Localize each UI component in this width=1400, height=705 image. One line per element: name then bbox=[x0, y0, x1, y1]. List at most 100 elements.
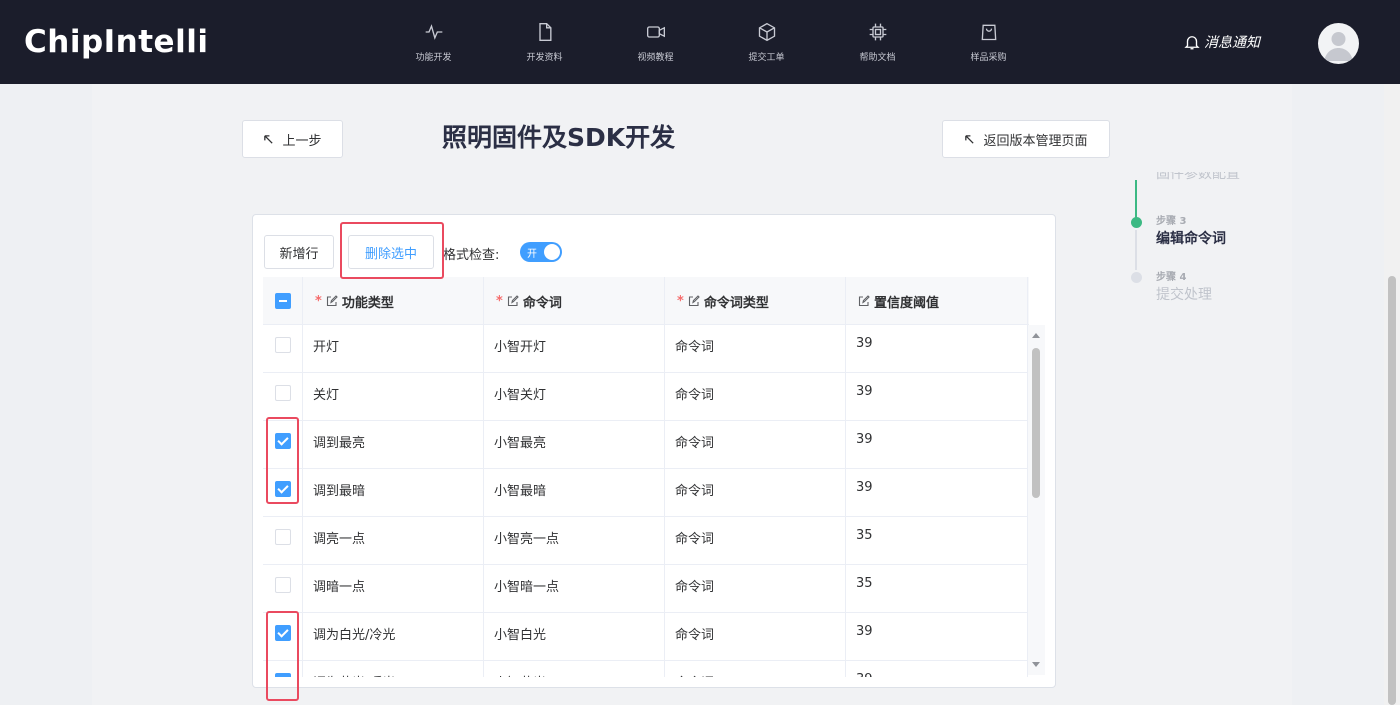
header-confidence-threshold: 置信度阈值 bbox=[846, 277, 1028, 325]
select-cell bbox=[263, 325, 303, 373]
edit-icon bbox=[858, 295, 870, 307]
edit-icon bbox=[326, 295, 338, 307]
scroll-up-icon[interactable] bbox=[1032, 333, 1040, 338]
notification-label: 消息通知 bbox=[1204, 35, 1260, 51]
nav-item-sample-purchase[interactable]: 样品采购 bbox=[933, 0, 1044, 84]
nav-item-submit-ticket[interactable]: 提交工单 bbox=[711, 0, 822, 84]
command-type-cell[interactable]: 命令词 bbox=[665, 613, 846, 661]
video-icon bbox=[646, 25, 665, 38]
row-checkbox[interactable] bbox=[275, 337, 291, 353]
table-row: 调亮一点 小智亮一点 命令词 35 bbox=[263, 517, 1029, 565]
function-type-cell[interactable]: 调为黄光/暖光 bbox=[303, 661, 484, 677]
threshold-cell[interactable]: 39 bbox=[846, 325, 1028, 373]
command-word-cell[interactable]: 小智最亮 bbox=[484, 421, 665, 469]
header-command-word: * 命令词 bbox=[484, 277, 665, 325]
nav-label: 开发资料 bbox=[526, 52, 563, 63]
row-checkbox[interactable] bbox=[275, 673, 291, 677]
table-scrollbar[interactable] bbox=[1028, 325, 1045, 675]
table-toolbar: 新增行 删除选中 格式检查: 开 bbox=[263, 227, 1045, 277]
select-all-checkbox[interactable] bbox=[275, 293, 291, 309]
header-function-type: * 功能类型 bbox=[303, 277, 484, 325]
command-type-cell[interactable]: 命令词 bbox=[665, 469, 846, 517]
chip-icon bbox=[869, 23, 886, 40]
command-type-cell[interactable]: 命令词 bbox=[665, 421, 846, 469]
threshold-cell[interactable]: 39 bbox=[846, 661, 1028, 677]
nav-label: 功能开发 bbox=[415, 52, 452, 63]
table-row: 调到最亮 小智最亮 命令词 39 bbox=[263, 421, 1029, 469]
command-type-cell[interactable]: 命令词 bbox=[665, 661, 846, 677]
table-row: 调为黄光/暖光 小智黄光 命令词 39 bbox=[263, 661, 1029, 677]
delete-selected-button[interactable]: 删除选中 bbox=[348, 235, 434, 269]
command-type-cell[interactable]: 命令词 bbox=[665, 565, 846, 613]
command-word-cell[interactable]: 小智关灯 bbox=[484, 373, 665, 421]
page-scrollbar[interactable] bbox=[1384, 84, 1400, 705]
required-mark: * bbox=[496, 293, 503, 309]
nav-label: 提交工单 bbox=[748, 52, 785, 63]
function-type-cell[interactable]: 关灯 bbox=[303, 373, 484, 421]
format-check-label: 格式检查: bbox=[443, 248, 500, 263]
notification-link[interactable]: 消息通知 bbox=[1183, 32, 1260, 52]
nav-item-video-tutorial[interactable]: 视频教程 bbox=[600, 0, 711, 84]
logo[interactable]: ChipIntelli bbox=[24, 24, 208, 60]
column-label: 置信度阈值 bbox=[874, 295, 940, 311]
nav-item-function-dev[interactable]: 功能开发 bbox=[378, 0, 489, 84]
scroll-down-icon[interactable] bbox=[1032, 662, 1040, 667]
arrow-up-left-icon bbox=[264, 134, 274, 144]
function-type-cell[interactable]: 开灯 bbox=[303, 325, 484, 373]
command-type-cell[interactable]: 命令词 bbox=[665, 517, 846, 565]
step-title-edit-commands: 编辑命令词 bbox=[1156, 231, 1226, 247]
column-label: 功能类型 bbox=[341, 295, 394, 311]
function-type-cell[interactable]: 调到最亮 bbox=[303, 421, 484, 469]
function-type-cell[interactable]: 调暗一点 bbox=[303, 565, 484, 613]
threshold-cell[interactable]: 39 bbox=[846, 421, 1028, 469]
previous-step-button[interactable]: 上一步 bbox=[242, 120, 343, 158]
row-checkbox[interactable] bbox=[275, 625, 291, 641]
command-word-cell[interactable]: 小智最暗 bbox=[484, 469, 665, 517]
function-type-cell[interactable]: 调为白光/冷光 bbox=[303, 613, 484, 661]
row-checkbox[interactable] bbox=[275, 481, 291, 497]
add-row-button[interactable]: 新增行 bbox=[264, 235, 334, 269]
step-title-config: 固件参数配置 bbox=[1156, 172, 1240, 182]
command-word-cell[interactable]: 小智白光 bbox=[484, 613, 665, 661]
avatar[interactable] bbox=[1318, 23, 1359, 64]
format-check-switch[interactable]: 开 bbox=[520, 242, 562, 262]
threshold-cell[interactable]: 39 bbox=[846, 469, 1028, 517]
command-word-cell[interactable]: 小智开灯 bbox=[484, 325, 665, 373]
step-title-submit: 提交处理 bbox=[1156, 287, 1212, 303]
required-mark: * bbox=[315, 293, 322, 309]
column-label: 命令词类型 bbox=[703, 295, 769, 311]
nav-item-help-docs[interactable]: 帮助文档 bbox=[822, 0, 933, 84]
arrow-up-left-icon bbox=[965, 134, 975, 144]
step-dot-active bbox=[1131, 217, 1142, 228]
select-cell bbox=[263, 469, 303, 517]
threshold-cell[interactable]: 39 bbox=[846, 613, 1028, 661]
nav-label: 帮助文档 bbox=[859, 52, 896, 63]
command-word-cell[interactable]: 小智暗一点 bbox=[484, 565, 665, 613]
table-row: 关灯 小智关灯 命令词 39 bbox=[263, 373, 1029, 421]
function-type-cell[interactable]: 调到最暗 bbox=[303, 469, 484, 517]
page-scrollbar-thumb[interactable] bbox=[1388, 276, 1396, 705]
command-word-cell[interactable]: 小智黄光 bbox=[484, 661, 665, 677]
step-dot-pending bbox=[1131, 272, 1142, 283]
return-version-page-button[interactable]: 返回版本管理页面 bbox=[942, 120, 1110, 158]
table-row: 调到最暗 小智最暗 命令词 39 bbox=[263, 469, 1029, 517]
threshold-cell[interactable]: 35 bbox=[846, 565, 1028, 613]
command-word-cell[interactable]: 小智亮一点 bbox=[484, 517, 665, 565]
function-type-cell[interactable]: 调亮一点 bbox=[303, 517, 484, 565]
scrollbar-thumb[interactable] bbox=[1032, 348, 1040, 498]
command-type-cell[interactable]: 命令词 bbox=[665, 373, 846, 421]
nav-item-dev-docs[interactable]: 开发资料 bbox=[489, 0, 600, 84]
threshold-cell[interactable]: 39 bbox=[846, 373, 1028, 421]
main-nav: 功能开发 开发资料 视频教程 提交工单 帮助文档 样品采购 bbox=[378, 0, 1044, 84]
row-checkbox[interactable] bbox=[275, 529, 291, 545]
row-checkbox[interactable] bbox=[275, 577, 291, 593]
command-table: * 功能类型 * 命令词 * 命令词类型 置信度阈值 开灯 小智开灯 命令词 3… bbox=[263, 277, 1029, 677]
table-header: * 功能类型 * 命令词 * 命令词类型 置信度阈值 bbox=[263, 277, 1029, 325]
threshold-cell[interactable]: 35 bbox=[846, 517, 1028, 565]
row-checkbox[interactable] bbox=[275, 433, 291, 449]
switch-knob bbox=[544, 244, 560, 260]
shopping-bag-icon bbox=[981, 24, 996, 40]
select-cell bbox=[263, 517, 303, 565]
row-checkbox[interactable] bbox=[275, 385, 291, 401]
command-type-cell[interactable]: 命令词 bbox=[665, 325, 846, 373]
